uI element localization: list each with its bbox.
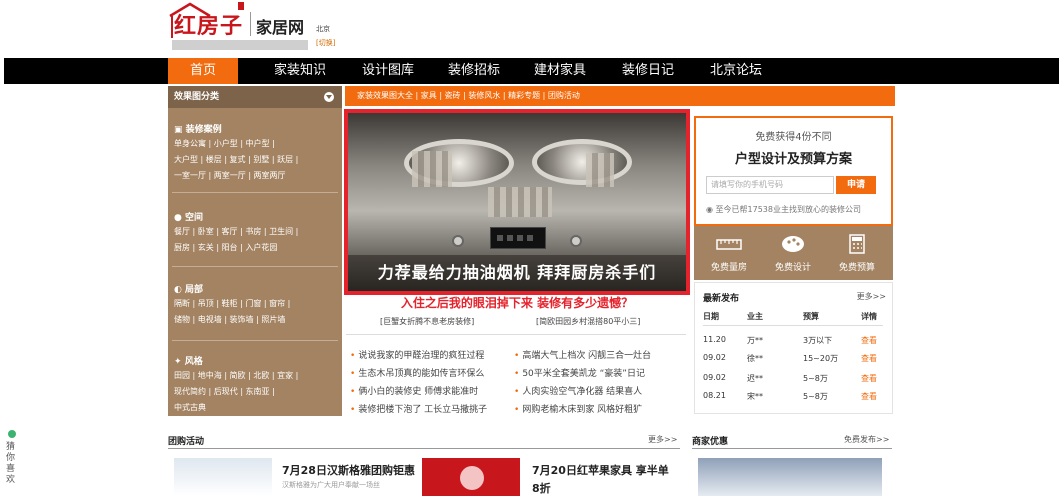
blurred-area: [412, 151, 452, 187]
merchant-offers-title: 商家优惠: [692, 437, 729, 447]
sidebar-links[interactable]: 田园 | 地中海 | 简欧 | 北欧 | 宜家 |: [174, 370, 298, 381]
divider: [692, 448, 892, 449]
calculator-icon: [849, 234, 865, 254]
ruler-icon: [716, 239, 742, 250]
panel-line1: 免费获得4份不同: [755, 132, 832, 143]
phone-input[interactable]: 请填写你的手机号码: [706, 176, 834, 194]
promo-title[interactable]: 7月20日红苹果家具 享半单: [532, 462, 669, 478]
promo-description: 汉斯格雅为广大用户奉献一场丝: [282, 481, 380, 489]
panel-note: ◉ 至今已帮17538业主找到放心的装修公司: [706, 205, 861, 214]
main-nav: 首页 家装知识 设计图库 装修招标 建材家具 装修日记 北京论坛: [4, 58, 1059, 84]
knob-icon: [570, 235, 582, 247]
site-logo[interactable]: 红房子 家居网 北京 [切换]: [168, 2, 358, 54]
nav-home[interactable]: 首页: [168, 58, 238, 84]
merchant-publish-link[interactable]: 免费发布>>: [844, 434, 889, 445]
service-budget[interactable]: 免费预算: [824, 226, 890, 280]
guess-you-like-label: 猜你喜欢: [6, 442, 16, 485]
logo-sub-text: 家居网: [256, 18, 305, 37]
nav-tender[interactable]: 装修招标: [432, 58, 516, 84]
knob-icon: [452, 235, 464, 247]
blurred-area: [488, 187, 552, 217]
nav-diary[interactable]: 装修日记: [606, 58, 690, 84]
panel-line2: 户型设计及预算方案: [734, 152, 852, 167]
sidebar-section-cases[interactable]: ▣ 装修案例: [174, 122, 222, 135]
latest-title: 最新发布: [703, 294, 740, 304]
promo-thumbnail[interactable]: [422, 458, 520, 496]
stove-burner-right: [532, 139, 632, 185]
nav-forum[interactable]: 北京论坛: [694, 58, 778, 84]
latest-requests: 最新发布 更多>> 日期 业主 预算 详情 11.20 万** 3万以下 查看 …: [694, 282, 893, 414]
group-buy-more-link[interactable]: 更多>>: [648, 434, 677, 445]
switch-city-link[interactable]: [切换]: [316, 38, 335, 48]
news-item[interactable]: • 高端大气上档次 闪靓三合一灶台: [514, 348, 651, 361]
free-design-panel: 免费获得4份不同 户型设计及预算方案 请填写你的手机号码 申请 ◉ 至今已帮17…: [694, 116, 893, 226]
sidebar-links[interactable]: 隔断 | 吊顶 | 鞋柜 | 门窗 | 窗帘 |: [174, 298, 290, 309]
news-item[interactable]: • 人肉实验空气净化器 结果喜人: [514, 384, 642, 397]
sidebar-links[interactable]: 现代简约 | 后现代 | 东南亚 |: [174, 386, 275, 397]
view-link[interactable]: 查看: [861, 373, 877, 384]
latest-more-link[interactable]: 更多>>: [857, 291, 886, 302]
chevron-down-icon[interactable]: [324, 92, 334, 102]
sidebar-links[interactable]: 储物 | 电视墙 | 装饰墙 | 照片墙: [174, 314, 285, 325]
news-item[interactable]: • 俩小白的装修史 师傅求能准时: [350, 384, 478, 397]
sidebar-links[interactable]: 中式古典: [174, 402, 206, 413]
sidebar-section-partial[interactable]: ◐ 局部: [174, 282, 203, 295]
sidebar-links[interactable]: 厨房 | 玄关 | 阳台 | 入户花园: [174, 242, 277, 253]
logo-tagline-strip: [172, 40, 308, 50]
sidebar-header-label: 效果图分类: [174, 92, 220, 102]
apply-button[interactable]: 申请: [836, 176, 876, 194]
sidebar-divider: [172, 192, 338, 193]
sidebar-section-style[interactable]: ✦ 风格: [174, 354, 203, 367]
sub-link-right[interactable]: [简欧田园乡村混搭80平小三]: [536, 316, 640, 327]
view-link[interactable]: 查看: [861, 353, 877, 364]
sidebar-links[interactable]: 单身公寓 | 小户型 | 中户型 |: [174, 138, 275, 149]
news-item[interactable]: • 装修把楼下泡了 工长立马撒挑子: [350, 402, 487, 415]
featured-banner[interactable]: 力荐最给力抽油烟机 拜拜厨房杀手们: [344, 109, 690, 295]
nav-home-knowledge[interactable]: 家装知识: [258, 58, 342, 84]
current-city: 北京: [316, 25, 330, 33]
group-buy-title: 团购活动: [168, 437, 205, 447]
logo-main-text: 红房子: [174, 13, 244, 39]
news-item[interactable]: • 生态木吊顶真的能如传言环保么: [350, 366, 484, 379]
service-design[interactable]: 免费设计: [760, 226, 826, 280]
sub-nav[interactable]: 家装效果图大全 | 家具 | 瓷砖 | 装修风水 | 精彩专题 | 团购活动: [345, 86, 895, 106]
news-item[interactable]: • 说说我家的甲醛治理的疯狂过程: [350, 348, 484, 361]
divider: [703, 325, 883, 326]
category-sidebar: 效果图分类 ▣ 装修案例 单身公寓 | 小户型 | 中户型 | 大户型 | 楼层…: [168, 86, 342, 416]
nav-design-gallery[interactable]: 设计图库: [346, 58, 430, 84]
view-link[interactable]: 查看: [861, 391, 877, 402]
palette-icon: [782, 236, 804, 252]
news-item[interactable]: • 网购老榆木床到家 风格好粗犷: [514, 402, 642, 415]
view-link[interactable]: 查看: [861, 335, 877, 346]
services-bar: 免费量房 免费设计 免费预算: [694, 226, 893, 280]
logo-separator: [250, 12, 251, 36]
news-item[interactable]: • 50平米全套美凯龙 “豪装”日记: [514, 366, 645, 379]
guess-you-like-float[interactable]: 猜你喜欢: [5, 430, 19, 494]
promo-thumbnail[interactable]: [174, 458, 272, 496]
blurred-area: [586, 153, 614, 187]
banner-caption: 力荐最给力抽油烟机 拜拜厨房杀手们: [348, 255, 686, 291]
sidebar-links[interactable]: 餐厅 | 卧室 | 客厅 | 书房 | 卫生间 |: [174, 226, 298, 237]
sidebar-header[interactable]: 效果图分类: [168, 86, 342, 108]
sidebar-section-space[interactable]: ● 空间: [174, 210, 203, 223]
sidebar-divider: [172, 340, 338, 341]
promo-title-line2[interactable]: 8折: [532, 480, 551, 496]
stove-display: [490, 227, 546, 249]
sub-link-left[interactable]: [巨蟹女折腾不息老房装修]: [380, 316, 474, 327]
nav-materials[interactable]: 建材家具: [518, 58, 602, 84]
divider: [346, 334, 686, 335]
divider: [168, 448, 680, 449]
sidebar-links[interactable]: 大户型 | 楼层 | 复式 | 别墅 | 跃层 |: [174, 154, 298, 165]
merchant-thumbnail[interactable]: [698, 458, 882, 496]
promo-title[interactable]: 7月28日汉斯格雅团购钜惠: [282, 462, 415, 478]
status-dot-icon: [8, 430, 16, 438]
headline-link[interactable]: 入住之后我的眼泪掉下来 装修有多少遗憾？: [344, 294, 690, 311]
service-measure[interactable]: 免费量房: [696, 226, 762, 280]
sidebar-divider: [172, 266, 338, 267]
sidebar-links[interactable]: 一室一厅 | 两室一厅 | 两室两厅: [174, 170, 286, 181]
